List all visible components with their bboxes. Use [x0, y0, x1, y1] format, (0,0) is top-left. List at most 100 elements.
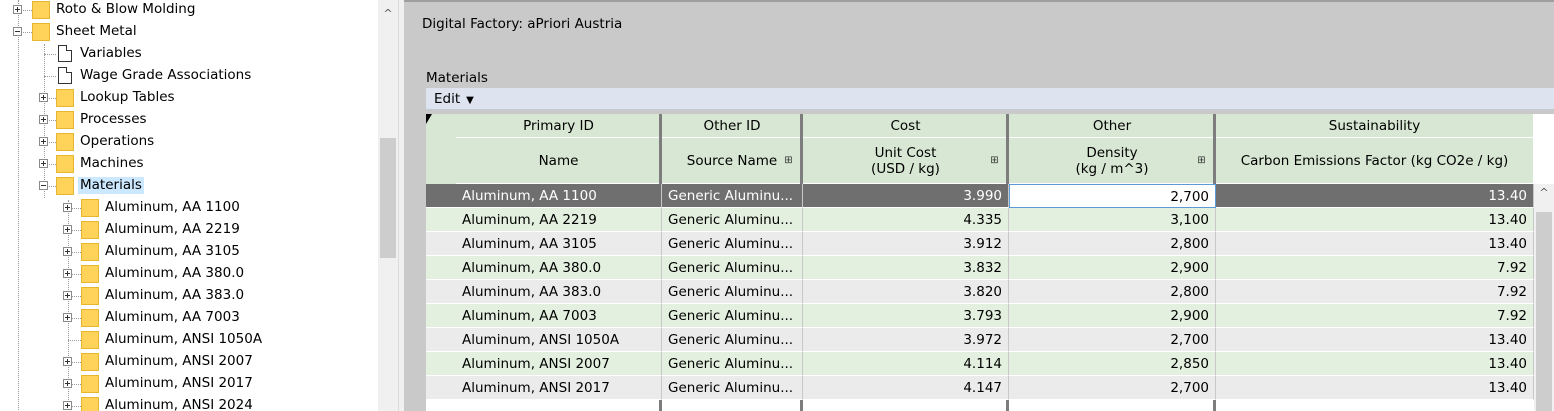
column-group-header[interactable]: Other	[1009, 114, 1216, 138]
row-selector[interactable]	[426, 280, 456, 304]
column-group-header[interactable]: Primary ID	[456, 114, 662, 138]
column-header-cost[interactable]: Unit Cost (USD / kg) ⊞	[803, 138, 1009, 184]
tree-node[interactable]: Aluminum, AA 3105	[0, 241, 378, 263]
expand-icon[interactable]	[63, 313, 72, 322]
table-cell-density[interactable]: 3,100	[1009, 208, 1216, 232]
row-selector[interactable]	[426, 376, 456, 400]
collapse-icon[interactable]	[39, 181, 48, 190]
table-cell-cost[interactable]: 4.147	[803, 376, 1009, 400]
table-cell-name[interactable]: Aluminum, AA 7003	[456, 304, 662, 328]
table-cell-density[interactable]: 2,700	[1009, 184, 1216, 208]
table-cell-source[interactable]: Generic Aluminu...	[662, 256, 803, 280]
table-cell-density[interactable]: 2,700	[1009, 328, 1216, 352]
tree-node[interactable]: Roto & Blow Molding	[0, 0, 378, 21]
column-header-source[interactable]: Source Name ⊞	[662, 138, 803, 184]
row-selector[interactable]	[426, 232, 456, 256]
table-cell-density[interactable]: 2,850	[1009, 352, 1216, 376]
row-selector[interactable]	[426, 304, 456, 328]
tree-node[interactable]: Materials	[0, 175, 378, 197]
tree-scrollbar[interactable]: ^	[378, 0, 398, 411]
row-selector[interactable]	[426, 328, 456, 352]
filter-icon[interactable]: ⊞	[1196, 155, 1207, 166]
column-group-header[interactable]: Sustainability	[1216, 114, 1534, 138]
expand-icon[interactable]	[63, 269, 72, 278]
tree-node[interactable]: Lookup Tables	[0, 87, 378, 109]
table-cell-carbon[interactable]: 13.40	[1216, 352, 1534, 376]
table-corner[interactable]	[426, 114, 456, 184]
table-cell-source[interactable]: Generic Aluminu...	[662, 208, 803, 232]
tree-node[interactable]: Aluminum, AA 383.0	[0, 285, 378, 307]
row-selector[interactable]	[426, 184, 456, 208]
table-cell-carbon[interactable]: 13.40	[1216, 232, 1534, 256]
tree-node[interactable]: Aluminum, AA 7003	[0, 307, 378, 329]
tree-node[interactable]: Aluminum, ANSI 1050A	[0, 329, 378, 351]
row-selector[interactable]	[426, 208, 456, 232]
expand-icon[interactable]	[39, 115, 48, 124]
table-cell-source[interactable]: Generic Aluminu...	[662, 328, 803, 352]
expand-icon[interactable]	[63, 357, 72, 366]
expand-icon[interactable]	[39, 159, 48, 168]
tree-node[interactable]: Processes	[0, 109, 378, 131]
tree-node[interactable]: Operations	[0, 131, 378, 153]
edit-menu-button[interactable]: Edit ▼	[434, 91, 474, 107]
tree-node[interactable]: Aluminum, AA 2219	[0, 219, 378, 241]
tree-scroll-thumb[interactable]	[380, 138, 396, 258]
expand-icon[interactable]	[13, 5, 22, 14]
table-cell-name[interactable]: Aluminum, AA 3105	[456, 232, 662, 256]
table-cell-density[interactable]: 2,700	[1009, 376, 1216, 400]
tree-node[interactable]: Aluminum, AA 380.0	[0, 263, 378, 285]
scroll-up-icon[interactable]: ^	[1534, 186, 1554, 200]
table-cell-density[interactable]: 2,800	[1009, 280, 1216, 304]
table-scroll-thumb[interactable]	[1536, 212, 1552, 411]
table-cell-name[interactable]: Aluminum, AA 2219	[456, 208, 662, 232]
tree-node[interactable]: Wage Grade Associations	[0, 65, 378, 87]
table-cell-cost[interactable]: 3.832	[803, 256, 1009, 280]
row-selector[interactable]	[426, 256, 456, 280]
table-cell-carbon[interactable]: 7.92	[1216, 304, 1534, 328]
tree-node[interactable]: Aluminum, ANSI 2007	[0, 351, 378, 373]
table-cell-source[interactable]: Generic Aluminu...	[662, 352, 803, 376]
table-cell-name[interactable]: Aluminum, AA 383.0	[456, 280, 662, 304]
table-cell-carbon[interactable]: 13.40	[1216, 328, 1534, 352]
table-cell-carbon[interactable]: 7.92	[1216, 256, 1534, 280]
table-cell-density[interactable]: 2,900	[1009, 304, 1216, 328]
table-cell-name[interactable]: Aluminum, ANSI 1050A	[456, 328, 662, 352]
table-cell-density[interactable]: 2,900	[1009, 256, 1216, 280]
table-cell-cost[interactable]: 4.114	[803, 352, 1009, 376]
expand-icon[interactable]	[39, 93, 48, 102]
tree-node[interactable]: Variables	[0, 43, 378, 65]
expand-icon[interactable]	[63, 401, 72, 410]
table-cell-name[interactable]: Aluminum, AA 1100	[456, 184, 662, 208]
table-cell-source[interactable]: Generic Aluminu...	[662, 304, 803, 328]
column-header-name[interactable]: Name	[456, 138, 662, 184]
table-cell-cost[interactable]: 3.990	[803, 184, 1009, 208]
expand-icon[interactable]	[63, 379, 72, 388]
table-cell-cost[interactable]: 3.820	[803, 280, 1009, 304]
table-cell-carbon[interactable]: 13.40	[1216, 184, 1534, 208]
column-header-carbon[interactable]: Carbon Emissions Factor (kg CO2e / kg)	[1216, 138, 1534, 184]
collapse-icon[interactable]	[13, 27, 22, 36]
column-header-density[interactable]: Density (kg / m^3) ⊞	[1009, 138, 1216, 184]
expand-icon[interactable]	[63, 225, 72, 234]
table-cell-name[interactable]: Aluminum, ANSI 2007	[456, 352, 662, 376]
tree-node[interactable]: Machines	[0, 153, 378, 175]
table-cell-density[interactable]: 2,800	[1009, 232, 1216, 256]
tree-node[interactable]: Sheet Metal	[0, 21, 378, 43]
table-cell-source[interactable]: Generic Aluminu...	[662, 184, 803, 208]
table-cell-source[interactable]: Generic Aluminu...	[662, 280, 803, 304]
table-cell-carbon[interactable]: 13.40	[1216, 376, 1534, 400]
table-cell-name[interactable]: Aluminum, ANSI 2017	[456, 376, 662, 400]
row-selector[interactable]	[426, 352, 456, 376]
scroll-up-icon[interactable]: ^	[378, 8, 398, 20]
table-cell-source[interactable]: Generic Aluminu...	[662, 232, 803, 256]
table-cell-source[interactable]: Generic Aluminu...	[662, 376, 803, 400]
tree-node[interactable]: Aluminum, ANSI 2024	[0, 395, 378, 411]
table-cell-cost[interactable]: 3.912	[803, 232, 1009, 256]
filter-icon[interactable]: ⊞	[783, 155, 794, 166]
table-cell-name[interactable]: Aluminum, AA 380.0	[456, 256, 662, 280]
filter-icon[interactable]: ⊞	[989, 155, 1000, 166]
table-cell-cost[interactable]: 4.335	[803, 208, 1009, 232]
tree-node[interactable]: Aluminum, ANSI 2017	[0, 373, 378, 395]
table-cell-cost[interactable]: 3.972	[803, 328, 1009, 352]
tree-node[interactable]: Aluminum, AA 1100	[0, 197, 378, 219]
